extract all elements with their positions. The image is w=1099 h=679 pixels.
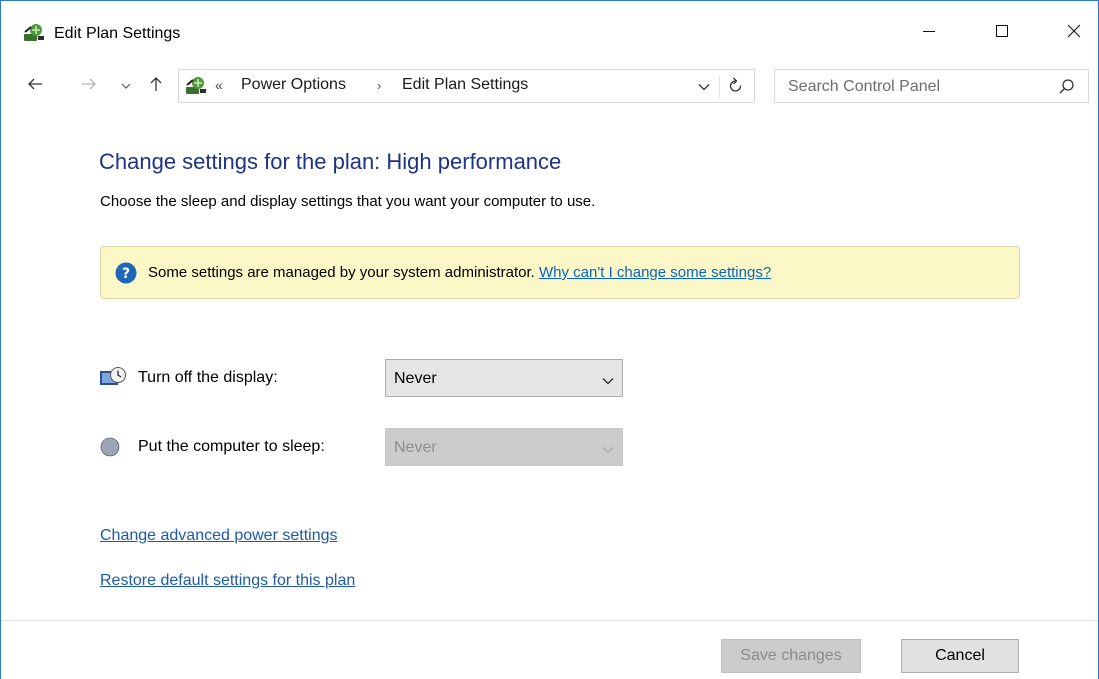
maximize-icon: [995, 24, 1009, 43]
address-dropdown-button[interactable]: [696, 79, 712, 95]
setting-row-sleep: Put the computer to sleep: Never: [99, 428, 629, 466]
why-cant-change-link[interactable]: Why can't I change some settings?: [539, 264, 771, 281]
arrow-left-icon: [27, 77, 43, 96]
display-timer-icon: [99, 366, 127, 390]
breadcrumb-edit-plan-settings[interactable]: Edit Plan Settings: [402, 76, 528, 94]
minimize-icon: [922, 24, 936, 43]
sleep-timeout-label: Put the computer to sleep:: [138, 438, 325, 455]
navigation-bar: « Power Options › Edit Plan Settings Sea…: [1, 67, 1098, 105]
footer-divider: [1, 620, 1098, 621]
page-title: Change settings for the plan: High perfo…: [99, 149, 562, 174]
close-button[interactable]: [1051, 13, 1097, 53]
address-divider: [719, 76, 720, 98]
cancel-button[interactable]: Cancel: [901, 639, 1019, 673]
forward-button[interactable]: [77, 75, 101, 97]
chevron-down-icon: [121, 77, 131, 95]
up-button[interactable]: [144, 75, 168, 97]
chevron-down-icon: [602, 373, 614, 385]
sleep-timeout-value: Never: [394, 439, 437, 456]
display-timeout-select[interactable]: Never: [385, 359, 623, 397]
minimize-button[interactable]: [906, 13, 952, 53]
search-icon[interactable]: [1058, 78, 1076, 96]
refresh-icon: [729, 77, 742, 92]
save-changes-button[interactable]: Save changes: [721, 639, 861, 673]
change-advanced-settings-link[interactable]: Change advanced power settings: [100, 527, 338, 545]
display-timeout-value: Never: [394, 370, 437, 387]
display-timeout-label: Turn off the display:: [138, 369, 278, 386]
admin-info-bar: ? Some settings are managed by your syst…: [100, 246, 1020, 299]
recent-locations-button[interactable]: [114, 75, 138, 97]
chevron-down-icon: [698, 84, 710, 91]
info-message-text: Some settings are managed by your system…: [148, 264, 540, 281]
search-input[interactable]: Search Control Panel: [788, 78, 940, 96]
restore-defaults-link[interactable]: Restore default settings for this plan: [100, 572, 355, 590]
edit-plan-settings-window: Edit Plan Settings « Power Options › Edi…: [0, 0, 1099, 679]
window-title: Edit Plan Settings: [54, 25, 181, 42]
breadcrumb-separator[interactable]: ›: [377, 78, 381, 93]
title-bar: Edit Plan Settings: [1, 1, 1098, 67]
power-options-icon: [23, 23, 45, 43]
question-icon: ?: [115, 262, 137, 284]
page-subtitle: Choose the sleep and display settings th…: [100, 193, 596, 210]
close-icon: [1067, 24, 1081, 43]
address-bar[interactable]: « Power Options › Edit Plan Settings: [178, 69, 755, 103]
info-message: Some settings are managed by your system…: [148, 264, 771, 281]
breadcrumb-power-options[interactable]: Power Options: [241, 76, 346, 94]
sleep-timeout-select[interactable]: Never: [385, 428, 623, 466]
power-options-icon: [185, 76, 207, 96]
setting-row-display: Turn off the display: Never: [99, 359, 629, 397]
svg-text:?: ?: [122, 266, 130, 282]
back-button[interactable]: [23, 75, 47, 97]
maximize-button[interactable]: [979, 13, 1025, 53]
main-content: Change settings for the plan: High perfo…: [1, 105, 1098, 620]
sleep-moon-icon: [99, 435, 127, 459]
breadcrumb-overflow[interactable]: «: [215, 77, 223, 93]
refresh-button[interactable]: [726, 76, 746, 96]
search-box[interactable]: Search Control Panel: [774, 69, 1089, 103]
arrow-up-icon: [149, 76, 163, 97]
chevron-down-icon: [602, 442, 614, 454]
arrow-right-icon: [81, 77, 97, 96]
